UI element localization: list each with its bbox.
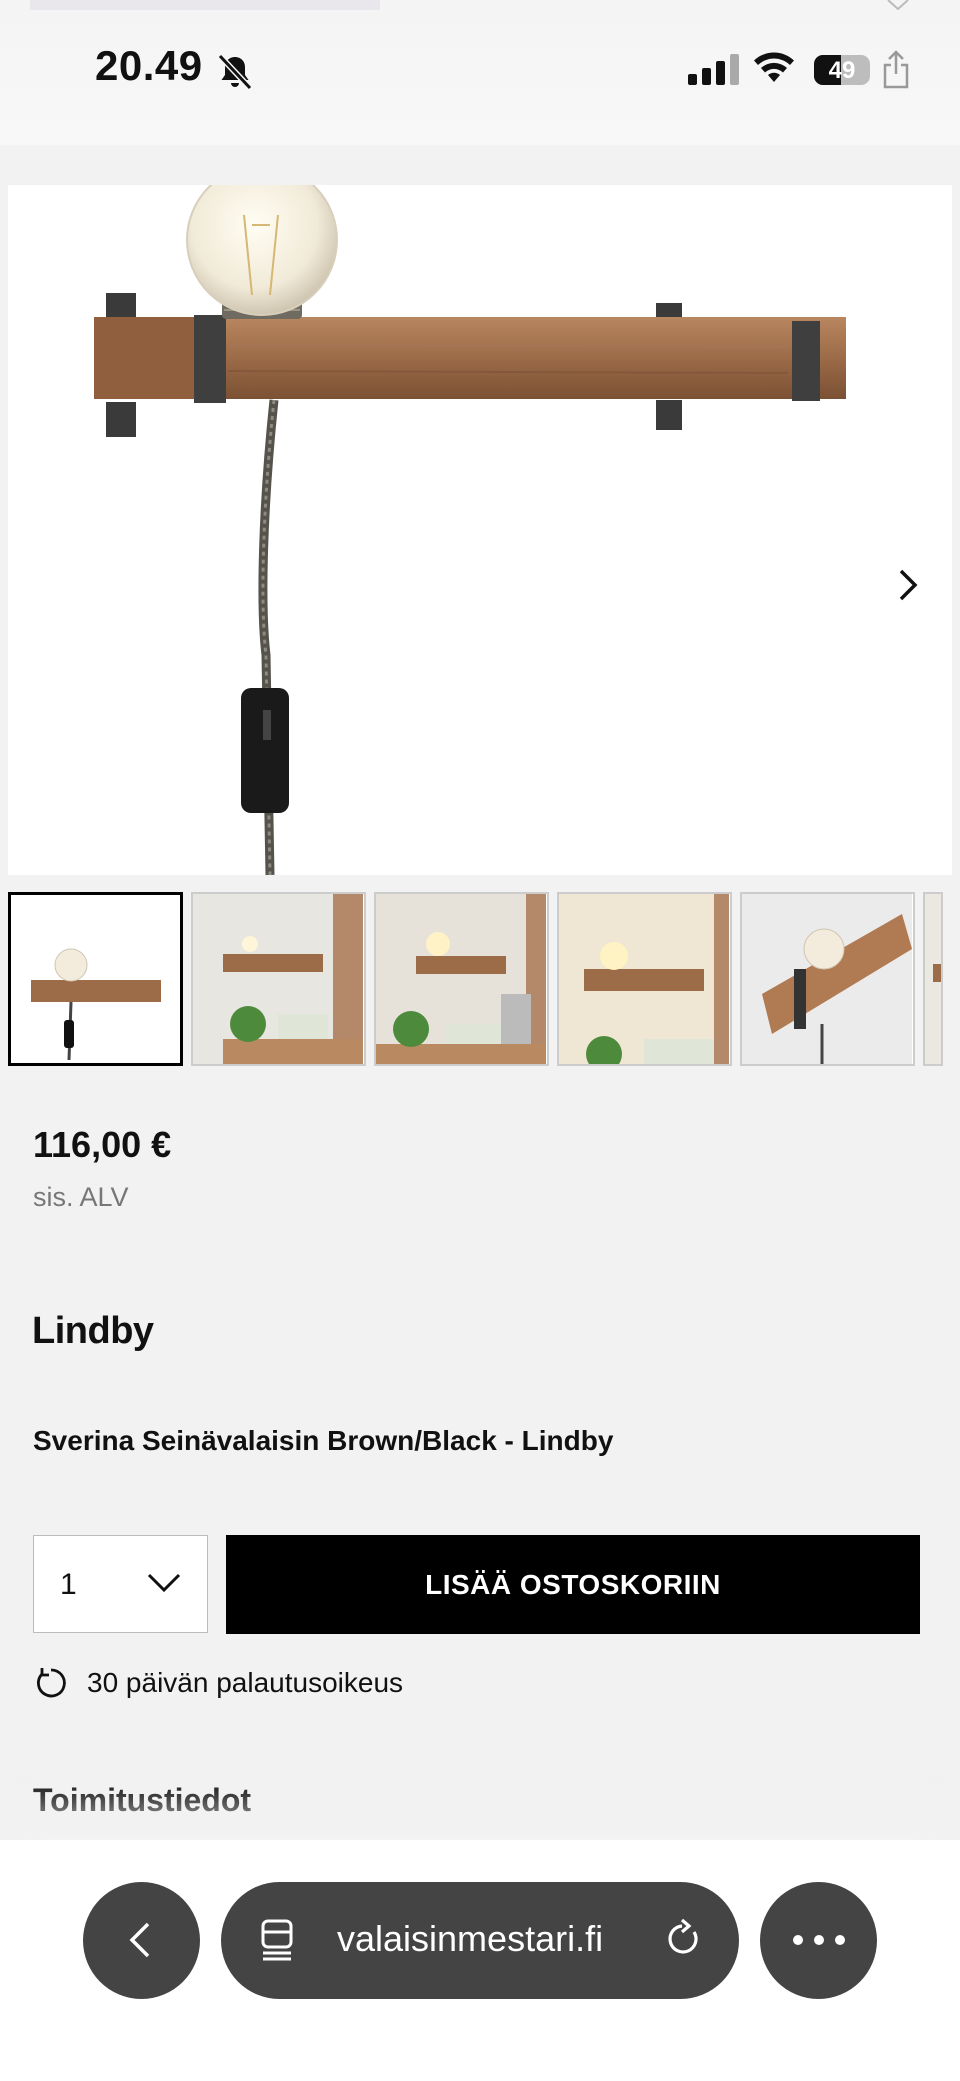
status-time: 20.49: [95, 42, 203, 89]
back-icon: [129, 1922, 150, 1958]
bell-slash-icon: [217, 53, 253, 91]
address-bar[interactable]: valaisinmestari.fi: [221, 1882, 739, 1999]
thumbnail-1[interactable]: [8, 892, 183, 1066]
thumbnail-strip: [8, 892, 960, 1066]
wishlist-icon[interactable]: [886, 0, 910, 10]
status-bar: 20.49 49: [0, 0, 960, 145]
product-image[interactable]: [8, 164, 952, 876]
more-icon: [793, 1935, 845, 1945]
share-icon[interactable]: [882, 50, 910, 90]
url-text: valaisinmestari.fi: [337, 1918, 604, 1959]
thumbnail-3[interactable]: [374, 892, 549, 1066]
add-to-cart-button[interactable]: LISÄÄ OSTOSKORIIN: [226, 1535, 920, 1634]
product-title: Sverina Seinävalaisin Brown/Black - Lind…: [33, 1425, 614, 1456]
status-top-edge: [30, 0, 380, 10]
return-arrow-icon: [37, 1668, 66, 1698]
brand-logo[interactable]: Lindby: [32, 1310, 154, 1353]
chevron-down-icon: [147, 1573, 181, 1593]
thumbnail-2[interactable]: [191, 892, 366, 1066]
returns-text: 30 päivän palautusoikeus: [87, 1667, 404, 1698]
wifi-icon: [754, 52, 794, 82]
thumbnail-5[interactable]: [740, 892, 915, 1066]
wall-lamp-illustration: [94, 164, 846, 876]
reload-icon[interactable]: [665, 1918, 705, 1962]
cellular-signal-icon: [688, 53, 739, 85]
vat-note: sis. ALV: [33, 1182, 129, 1212]
back-button[interactable]: [83, 1882, 200, 1999]
thumbnail-4[interactable]: [557, 892, 732, 1066]
thumbnail-6[interactable]: [923, 892, 943, 1066]
product-price: 116,00 €: [33, 1124, 172, 1165]
chevron-right-icon[interactable]: [888, 565, 928, 605]
more-button[interactable]: [760, 1882, 877, 1999]
quantity-select[interactable]: 1: [33, 1535, 208, 1633]
delivery-heading[interactable]: Toimitustiedot: [33, 1782, 251, 1819]
battery-icon: 49: [814, 55, 870, 85]
returns-policy: 30 päivän palautusoikeus: [33, 1665, 403, 1701]
tabs-icon: [261, 1919, 293, 1961]
quantity-value: 1: [60, 1568, 77, 1601]
battery-percentage: 49: [828, 57, 856, 84]
